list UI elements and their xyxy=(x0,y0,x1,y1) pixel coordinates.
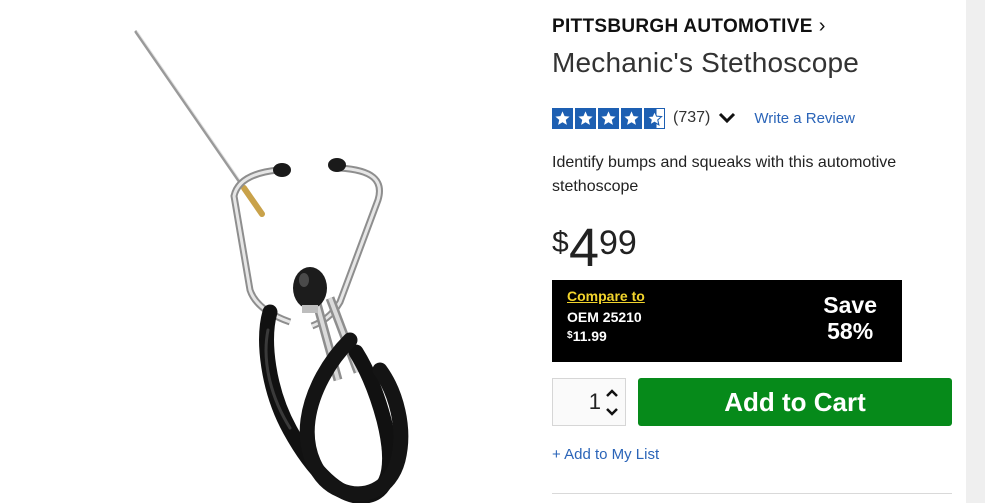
scroll-track[interactable] xyxy=(966,0,985,503)
star-icon xyxy=(598,107,619,129)
price-dollars: 4 xyxy=(569,218,600,278)
compare-price-value: 11.99 xyxy=(572,328,607,344)
star-icon xyxy=(621,107,642,129)
rating-row: (737) Write a Review xyxy=(552,106,855,130)
product-title: Mechanic's Stethoscope xyxy=(552,47,860,78)
write-review-link[interactable]: Write a Review xyxy=(754,110,855,127)
chevron-right-icon: › xyxy=(818,15,826,37)
product-image[interactable] xyxy=(0,0,540,503)
quantity-input[interactable]: 1 xyxy=(553,379,601,425)
caret-down-icon[interactable] xyxy=(605,407,619,417)
caret-up-icon[interactable] xyxy=(605,388,619,398)
compare-oem: OEM 25210 xyxy=(567,309,642,325)
star-rating[interactable] xyxy=(552,107,665,129)
add-to-cart-button[interactable]: Add to Cart xyxy=(638,378,952,426)
stethoscope-image xyxy=(134,30,409,503)
brand-link[interactable]: PITTSBURGH AUTOMOTIVE › xyxy=(552,15,826,38)
brand-name[interactable]: PITTSBURGH AUTOMOTIVE xyxy=(552,16,813,37)
chevron-down-icon[interactable] xyxy=(718,111,736,125)
divider xyxy=(552,493,952,494)
review-count[interactable]: (737) xyxy=(673,109,710,127)
save-badge: Save 58% xyxy=(823,292,877,344)
compare-to-link[interactable]: Compare to xyxy=(567,288,645,304)
compare-box: Compare to OEM 25210 $11.99 Save 58% xyxy=(552,280,902,362)
add-to-my-list-link[interactable]: + Add to My List xyxy=(552,446,659,463)
quantity-stepper[interactable]: 1 xyxy=(552,378,626,426)
price-currency: $ xyxy=(552,226,569,259)
price-cents: 99 xyxy=(599,224,637,262)
compare-price: $11.99 xyxy=(567,328,607,344)
star-half-icon xyxy=(644,107,665,129)
save-percent: 58% xyxy=(827,318,874,344)
product-description: Identify bumps and squeaks with this aut… xyxy=(552,154,897,195)
star-icon xyxy=(552,107,573,129)
save-label: Save xyxy=(823,292,877,318)
star-icon xyxy=(575,107,596,129)
